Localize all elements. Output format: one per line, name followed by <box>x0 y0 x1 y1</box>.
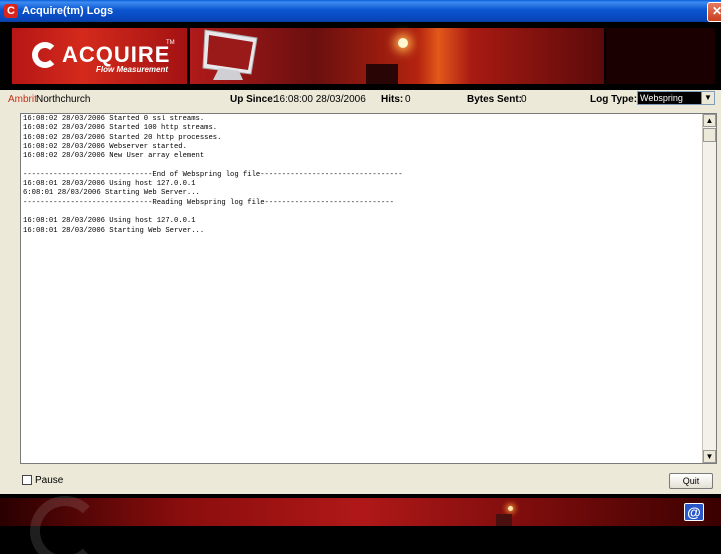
log-line: 16:08:02 28/03/2006 Started 20 http proc… <box>23 133 222 142</box>
up-since-label: Up Since: <box>230 94 277 105</box>
quit-button[interactable]: Quit <box>669 473 713 489</box>
log-line: 16:08:02 28/03/2006 Started 100 http str… <box>23 124 218 133</box>
sunset-icon <box>398 38 408 48</box>
bytes-sent-label: Bytes Sent: <box>467 94 523 105</box>
logo-subtitle: Flow Measurement <box>96 65 169 74</box>
log-line: 16:08:02 28/03/2006 New User array eleme… <box>23 152 205 161</box>
log-type-selected: Webspring <box>640 93 683 103</box>
site-prefix: Ambrit <box>8 94 37 105</box>
monitor-image-icon <box>202 29 258 80</box>
log-line: ------------------------------End of Web… <box>23 170 403 179</box>
scroll-thumb[interactable] <box>703 128 716 142</box>
log-line: 16:08:01 28/03/2006 Using host 127.0.0.1 <box>23 180 196 189</box>
log-content: 16:08:02 28/03/2006 Started 0 ssl stream… <box>23 115 703 462</box>
log-text-area[interactable]: 16:08:02 28/03/2006 Started 0 ssl stream… <box>20 113 717 464</box>
log-line: ------------------------------Reading We… <box>23 198 394 207</box>
window-title: Acquire(tm) Logs <box>22 5 114 17</box>
hits-value: 0 <box>405 94 411 105</box>
at-icon[interactable]: @ <box>684 503 704 521</box>
log-line: 16:08:02 28/03/2006 Started 0 ssl stream… <box>23 115 205 123</box>
close-icon[interactable]: ✕ <box>707 2 721 22</box>
chevron-down-icon[interactable]: ▼ <box>701 92 714 104</box>
footer-sun-icon <box>508 506 513 511</box>
log-line: 6:08:01 28/03/2006 Starting Web Server..… <box>23 189 200 198</box>
log-line: 16:08:01 28/03/2006 Using host 127.0.0.1 <box>23 217 196 226</box>
up-since-value: 16:08:00 28/03/2006 <box>274 94 366 105</box>
header-banner: ACQUIRE TM Flow Measurement <box>0 22 721 90</box>
footer-banner: @ <box>0 494 721 554</box>
site-name: Northchurch <box>36 94 91 105</box>
logo-trademark: TM <box>166 40 175 46</box>
footer-rig-icon <box>496 514 512 526</box>
vertical-scrollbar[interactable]: ▲ ▼ <box>702 114 716 463</box>
acquire-logo: ACQUIRE TM Flow Measurement <box>12 28 187 84</box>
status-info-bar: Ambrit Northchurch Up Since: 16:08:00 28… <box>0 90 721 110</box>
pause-checkbox[interactable]: Pause <box>22 475 63 487</box>
scroll-down-icon[interactable]: ▼ <box>703 450 716 463</box>
log-line: 16:08:01 28/03/2006 Starting Web Server.… <box>23 226 205 235</box>
acquire-logo-mark-icon <box>32 42 58 68</box>
banner-dark-panel <box>606 28 715 84</box>
log-type-select[interactable]: Webspring ▼ <box>637 91 715 105</box>
oil-rig-icon <box>366 64 398 84</box>
title-bar[interactable]: C Acquire(tm) Logs ✕ <box>0 0 721 22</box>
log-line: 16:08:02 28/03/2006 Webserver started. <box>23 142 187 151</box>
checkbox-icon[interactable] <box>22 475 32 486</box>
footer-strip <box>0 498 721 526</box>
pause-label: Pause <box>35 475 64 486</box>
scroll-up-icon[interactable]: ▲ <box>703 114 716 127</box>
acquire-app-icon[interactable]: C <box>4 4 18 18</box>
hits-label: Hits: <box>381 94 404 105</box>
bytes-sent-value: 0 <box>521 94 527 105</box>
log-type-label: Log Type: <box>590 94 638 105</box>
